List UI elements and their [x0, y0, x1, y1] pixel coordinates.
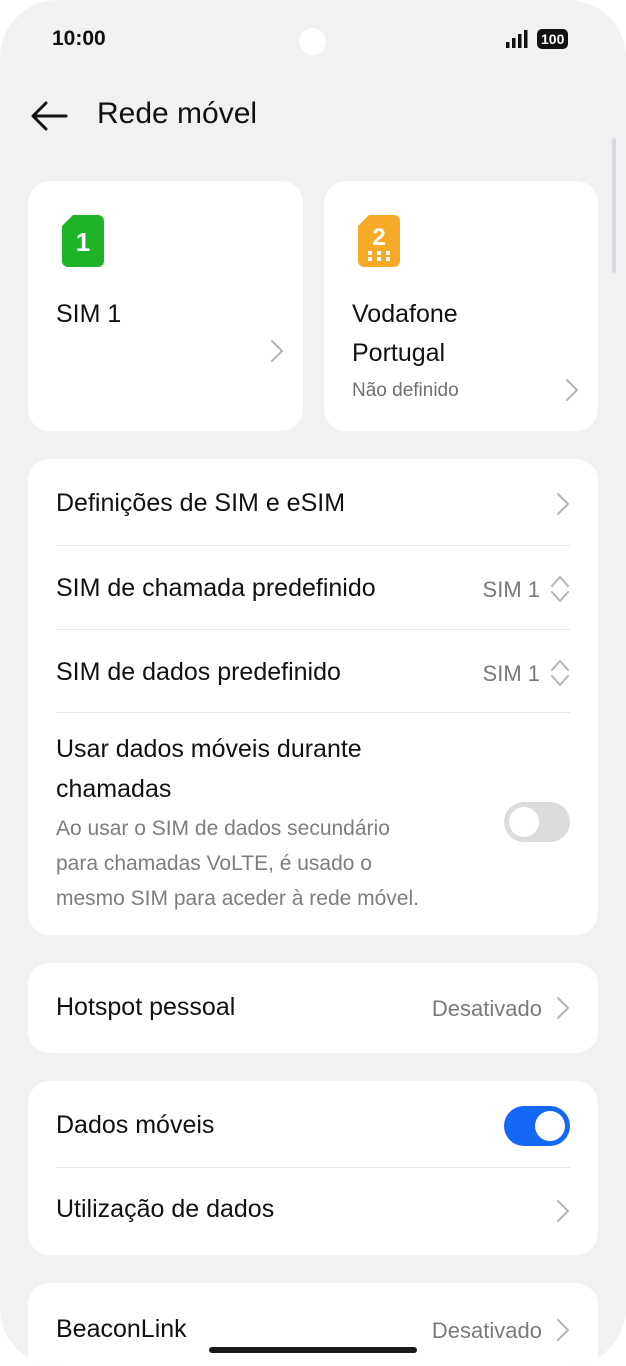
data-during-calls-desc-line3: mesmo SIM para aceder à rede móvel.: [56, 887, 419, 910]
default-call-sim-value: SIM 1: [482, 577, 540, 602]
sim-card-1-icon: 1: [62, 215, 104, 267]
status-icons: 100: [505, 29, 569, 49]
sim-esim-settings-row[interactable]: Definições de SIM e eSIM: [56, 459, 570, 545]
hotspot-status: Desativado: [431, 996, 542, 1021]
sim-esim-settings-label: Definições de SIM e eSIM: [56, 489, 346, 517]
sim2-card[interactable]: 2 Vodafone Portugal Não definido: [324, 181, 598, 431]
data-during-calls-toggle[interactable]: [504, 802, 570, 842]
mobile-data-label: Dados móveis: [56, 1111, 215, 1139]
sim2-name-line1: Vodafone: [352, 300, 458, 328]
home-indicator[interactable]: [209, 1347, 417, 1353]
sim2-name-line2: Portugal: [352, 339, 446, 367]
hotspot-label: Hotspot pessoal: [56, 993, 236, 1021]
sim-settings-card: Definições de SIM e eSIM SIM de chamada …: [28, 459, 598, 935]
back-button[interactable]: [28, 96, 70, 136]
chevron-up-down-icon: [551, 576, 569, 602]
data-during-calls-desc-line2: para chamadas VoLTE, é usado o: [56, 852, 372, 875]
data-usage-row[interactable]: Utilização de dados: [56, 1168, 570, 1255]
sim1-card[interactable]: 1 SIM 1: [28, 181, 303, 431]
page-title: Rede móvel: [97, 97, 258, 130]
battery-indicator: 100: [537, 29, 569, 49]
divider: [56, 712, 570, 713]
screen: 10:00 100 Rede móvel 1 SIM 1 2 Vodafone …: [0, 0, 626, 1366]
beaconlink-card[interactable]: BeaconLink Desativado: [28, 1283, 598, 1366]
data-usage-label: Utilização de dados: [56, 1195, 275, 1223]
chevron-right-icon: [566, 379, 578, 401]
mobile-data-toggle[interactable]: [504, 1106, 570, 1146]
chevron-right-icon: [557, 997, 569, 1019]
default-call-sim-row[interactable]: SIM de chamada predefinido SIM 1: [56, 546, 570, 629]
sim2-status: Não definido: [352, 380, 459, 401]
chevron-right-icon: [557, 1319, 569, 1341]
beaconlink-label: BeaconLink: [56, 1315, 187, 1343]
chevron-right-icon: [271, 340, 283, 362]
svg-text:2: 2: [372, 224, 385, 251]
toggle-knob: [509, 807, 539, 837]
data-during-calls-title-line1: Usar dados móveis durante: [56, 735, 362, 763]
sim-card-2-icon: 2: [358, 215, 400, 267]
arrow-left-icon: [31, 101, 68, 131]
svg-text:1: 1: [76, 227, 90, 257]
default-data-sim-label: SIM de dados predefinido: [56, 658, 341, 686]
beaconlink-status: Desativado: [431, 1318, 542, 1343]
hotspot-card[interactable]: Hotspot pessoal Desativado: [28, 963, 598, 1053]
toggle-knob: [535, 1111, 565, 1141]
camera-cutout: [299, 28, 326, 55]
default-data-sim-value: SIM 1: [482, 661, 540, 686]
chevron-right-icon: [557, 1200, 569, 1222]
sim1-name: SIM 1: [56, 300, 122, 328]
default-data-sim-row[interactable]: SIM de dados predefinido SIM 1: [56, 630, 570, 713]
chevron-up-down-icon: [551, 660, 569, 686]
chevron-right-icon: [557, 493, 569, 515]
mobile-data-card: Dados móveis Utilização de dados: [28, 1081, 598, 1255]
data-during-calls-title-line2: chamadas: [56, 775, 172, 803]
data-during-calls-desc-line1: Ao usar o SIM de dados secundário: [56, 817, 390, 840]
scrollbar[interactable]: [612, 138, 616, 273]
signal-bars-icon: [506, 30, 528, 48]
default-call-sim-label: SIM de chamada predefinido: [56, 574, 376, 602]
status-time: 10:00: [52, 27, 106, 50]
